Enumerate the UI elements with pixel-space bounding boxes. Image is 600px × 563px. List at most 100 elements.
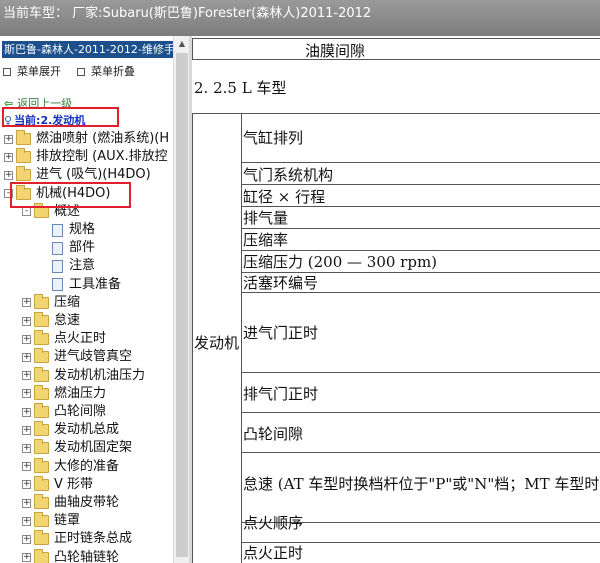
- tree-item-label: 发动机固定架: [54, 440, 133, 456]
- tree-item-label: 曲轴皮带轮: [54, 495, 120, 510]
- highlight-box-mechanical: [10, 182, 131, 208]
- tree-item-label: 怠速: [54, 313, 81, 328]
- folder-icon: [34, 439, 49, 455]
- tree-item-label: 燃油压力: [54, 385, 107, 401]
- expand-node-icon[interactable]: +: [22, 352, 31, 362]
- spec-row-label: 气门系统机构: [243, 166, 334, 184]
- spec-row-label: 压缩率: [243, 231, 289, 249]
- tree-item-label: 凸轮轴链轮: [54, 549, 120, 563]
- tree-item[interactable]: + 压缩: [22, 293, 81, 312]
- spec-row-label: 进气门正时: [243, 324, 319, 342]
- tree-item[interactable]: + 进气歧管真空: [22, 348, 132, 366]
- expand-node-icon[interactable]: +: [22, 443, 31, 453]
- tree-item-label: 进气歧管真空: [54, 349, 133, 365]
- scroll-up-arrow-icon[interactable]: ▲: [174, 36, 190, 52]
- expand-node-icon[interactable]: +: [4, 134, 13, 144]
- spec-row-label: 排气门正时: [243, 385, 319, 403]
- expand-node-icon[interactable]: +: [22, 407, 31, 417]
- expand-node-icon[interactable]: +: [22, 498, 31, 508]
- folder-icon: [34, 494, 49, 509]
- tree-item[interactable]: + 正时链条总成: [22, 530, 132, 548]
- expand-node-icon[interactable]: +: [22, 298, 31, 308]
- tree-item-label: 规格: [69, 222, 96, 237]
- scroll-thumb[interactable]: [176, 53, 188, 557]
- expand-node-icon[interactable]: +: [22, 389, 31, 399]
- tree-item[interactable]: + 发动机总成: [22, 421, 119, 439]
- folder-icon: [34, 330, 49, 346]
- folder-icon: [34, 348, 49, 364]
- sidebar-title: 斯巴鲁-森林人-2011-2012-维修手: [2, 41, 173, 58]
- expand-node-icon[interactable]: +: [22, 425, 31, 435]
- tree-item-label: 发动机机油压力: [54, 367, 146, 383]
- tree-item-label: 工具准备: [69, 276, 122, 292]
- tree-item[interactable]: + V 形带: [22, 475, 94, 494]
- folder-icon: [34, 421, 49, 437]
- spec-row-label: 怠速 (AT 车型时换档杆位于"P"或"N"档；MT 车型时: [243, 475, 600, 493]
- sidebar: 斯巴鲁-森林人-2011-2012-维修手 菜单展开 菜单折叠 ⇦ 返回上一级 ♀…: [0, 36, 190, 563]
- tree-item[interactable]: + 燃油压力: [22, 384, 107, 403]
- spec-row-label: 缸径 × 行程: [243, 188, 326, 206]
- section-title: 2. 2.5 L 车型: [194, 79, 287, 97]
- collapse-menu-button[interactable]: 菜单折叠: [77, 63, 135, 79]
- tree-item[interactable]: + 大修的准备: [22, 457, 120, 476]
- tree-item[interactable]: + 凸轮轴链轮: [22, 548, 120, 563]
- expand-node-icon[interactable]: +: [22, 480, 31, 490]
- top-cell: 油膜间隙: [305, 42, 366, 60]
- tree-item[interactable]: 部件: [40, 239, 95, 257]
- tree-item[interactable]: 注意: [40, 257, 95, 275]
- folder-icon: [34, 403, 49, 418]
- expand-node-icon[interactable]: +: [4, 152, 13, 162]
- tree-item[interactable]: 规格: [40, 221, 95, 239]
- tree-item-label: 正时链条总成: [54, 531, 133, 547]
- tree-item[interactable]: 工具准备: [40, 276, 121, 294]
- tree-item-label: 大修的准备: [54, 458, 120, 474]
- folder-icon: [34, 530, 49, 546]
- tree-item-label: V 形带: [54, 476, 94, 492]
- tree-item[interactable]: + 发动机固定架: [22, 439, 132, 457]
- tree-item[interactable]: + 链罩: [22, 512, 80, 530]
- folder-icon: [34, 475, 49, 491]
- tree-item-label: 燃油喷射 (燃油系统)(H: [36, 131, 170, 146]
- sidebar-scrollbar[interactable]: ▲: [173, 36, 189, 563]
- expand-icon: [3, 68, 11, 76]
- folder-icon: [34, 312, 49, 327]
- expand-node-icon[interactable]: +: [22, 516, 31, 526]
- expand-node-icon[interactable]: +: [4, 170, 13, 180]
- engine-group-label: 发动机: [194, 334, 240, 352]
- expand-menu-button[interactable]: 菜单展开: [3, 63, 61, 79]
- expand-node-icon[interactable]: +: [22, 553, 31, 563]
- collapse-node-icon[interactable]: -: [22, 207, 31, 217]
- tree-item-label: 排放控制 (AUX.排放控: [36, 149, 168, 165]
- spec-row-label: 气缸排列: [243, 129, 304, 147]
- tree-item[interactable]: + 怠速: [22, 312, 80, 330]
- expand-node-icon[interactable]: +: [22, 462, 31, 472]
- vehicle-header: 当前车型： 厂家:Subaru(斯巴鲁)Forester(森林人)2011-20…: [0, 0, 600, 36]
- document-icon: [52, 278, 63, 292]
- expand-node-icon[interactable]: +: [22, 316, 31, 326]
- tree-item[interactable]: + 发动机机油压力: [22, 366, 146, 385]
- document-icon: [52, 241, 63, 255]
- highlight-box-current: [2, 107, 119, 127]
- folder-icon: [34, 293, 49, 309]
- tree-item[interactable]: + 燃油喷射 (燃油系统)(H: [4, 130, 169, 148]
- spec-row-label: 排气量: [243, 209, 289, 227]
- collapse-icon: [77, 68, 85, 76]
- tree-item-label: 发动机总成: [54, 422, 120, 438]
- tree-item[interactable]: + 点火正时: [22, 330, 106, 348]
- expand-node-icon[interactable]: +: [22, 334, 31, 344]
- tree-item[interactable]: + 排放控制 (AUX.排放控: [4, 148, 168, 166]
- spec-row-label: 压缩压力 (200 — 300 rpm): [243, 253, 438, 271]
- tree-item-label: 部件: [69, 240, 96, 256]
- folder-icon: [34, 457, 49, 473]
- folder-icon: [34, 512, 49, 528]
- expand-node-icon[interactable]: +: [22, 371, 31, 381]
- tree-item-label: 压缩: [54, 294, 81, 310]
- tree-item-label: 链罩: [54, 513, 81, 529]
- expand-node-icon[interactable]: +: [22, 534, 31, 544]
- folder-icon: [34, 384, 49, 400]
- tree-item-label: 凸轮间隙: [54, 404, 107, 419]
- tree-item[interactable]: + 曲轴皮带轮: [22, 494, 119, 512]
- tree-item[interactable]: + 凸轮间隙: [22, 403, 106, 421]
- folder-icon: [16, 148, 31, 164]
- spec-row-label: 凸轮间隙: [243, 425, 304, 443]
